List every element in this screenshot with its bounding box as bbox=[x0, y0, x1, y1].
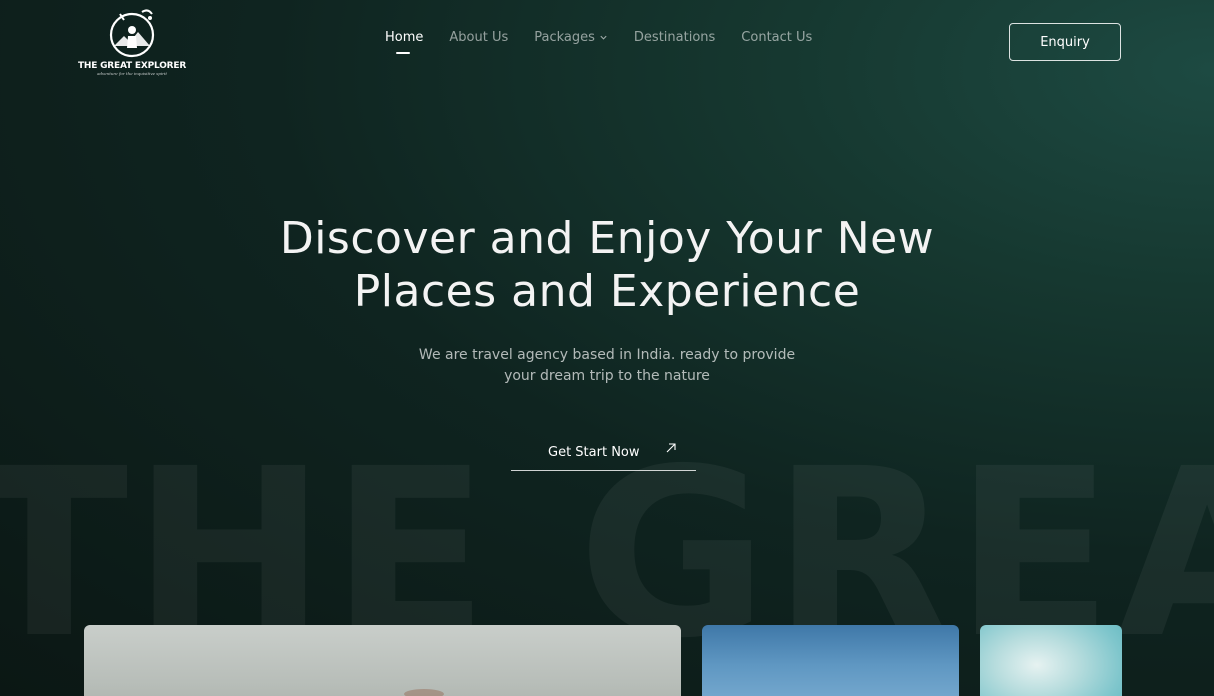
brand-tagline: adventure for the inquisitive spirit bbox=[97, 71, 167, 76]
brand-logo[interactable]: THE GREAT EXPLORER adventure for the inq… bbox=[78, 6, 186, 80]
nav-item-label: Contact Us bbox=[741, 30, 813, 45]
destination-card-image[interactable] bbox=[980, 625, 1122, 696]
main-navigation: Home About Us Packages Destinations Cont… bbox=[385, 30, 812, 54]
nav-item-label: About Us bbox=[449, 30, 509, 45]
nav-item-home[interactable]: Home bbox=[385, 30, 424, 54]
nav-item-about-us[interactable]: About Us bbox=[449, 30, 508, 45]
destination-card-image[interactable] bbox=[84, 625, 681, 696]
enquiry-button[interactable]: Enquiry bbox=[1009, 23, 1121, 61]
hero-subtitle: We are travel agency based in India. rea… bbox=[0, 345, 1214, 387]
hero-heading-line-2: Places and Experience bbox=[353, 266, 861, 317]
hero-heading: Discover and Enjoy Your New Places and E… bbox=[0, 212, 1214, 318]
nav-item-label: Home bbox=[385, 30, 424, 45]
hero-heading-line-1: Discover and Enjoy Your New bbox=[279, 213, 935, 264]
nav-item-label: Destinations bbox=[633, 30, 716, 45]
nav-item-packages[interactable]: Packages bbox=[534, 30, 608, 45]
nav-item-contact-us[interactable]: Contact Us bbox=[741, 30, 812, 45]
explorer-emblem-icon bbox=[109, 9, 155, 58]
arrow-up-right-icon bbox=[666, 443, 676, 453]
chevron-down-icon bbox=[600, 35, 607, 40]
nav-item-destinations[interactable]: Destinations bbox=[634, 30, 715, 45]
nav-item-label: Packages bbox=[534, 30, 595, 45]
hero-subtitle-line-2: your dream trip to the nature bbox=[504, 368, 710, 384]
cta-label: Get Start Now bbox=[548, 444, 640, 460]
hero-subtitle-line-1: We are travel agency based in India. rea… bbox=[418, 347, 796, 363]
brand-name: THE GREAT EXPLORER bbox=[77, 61, 187, 71]
destination-card-image[interactable] bbox=[702, 625, 959, 696]
get-start-now-button[interactable]: Get Start Now bbox=[511, 434, 696, 471]
decorative-shape bbox=[404, 689, 444, 696]
